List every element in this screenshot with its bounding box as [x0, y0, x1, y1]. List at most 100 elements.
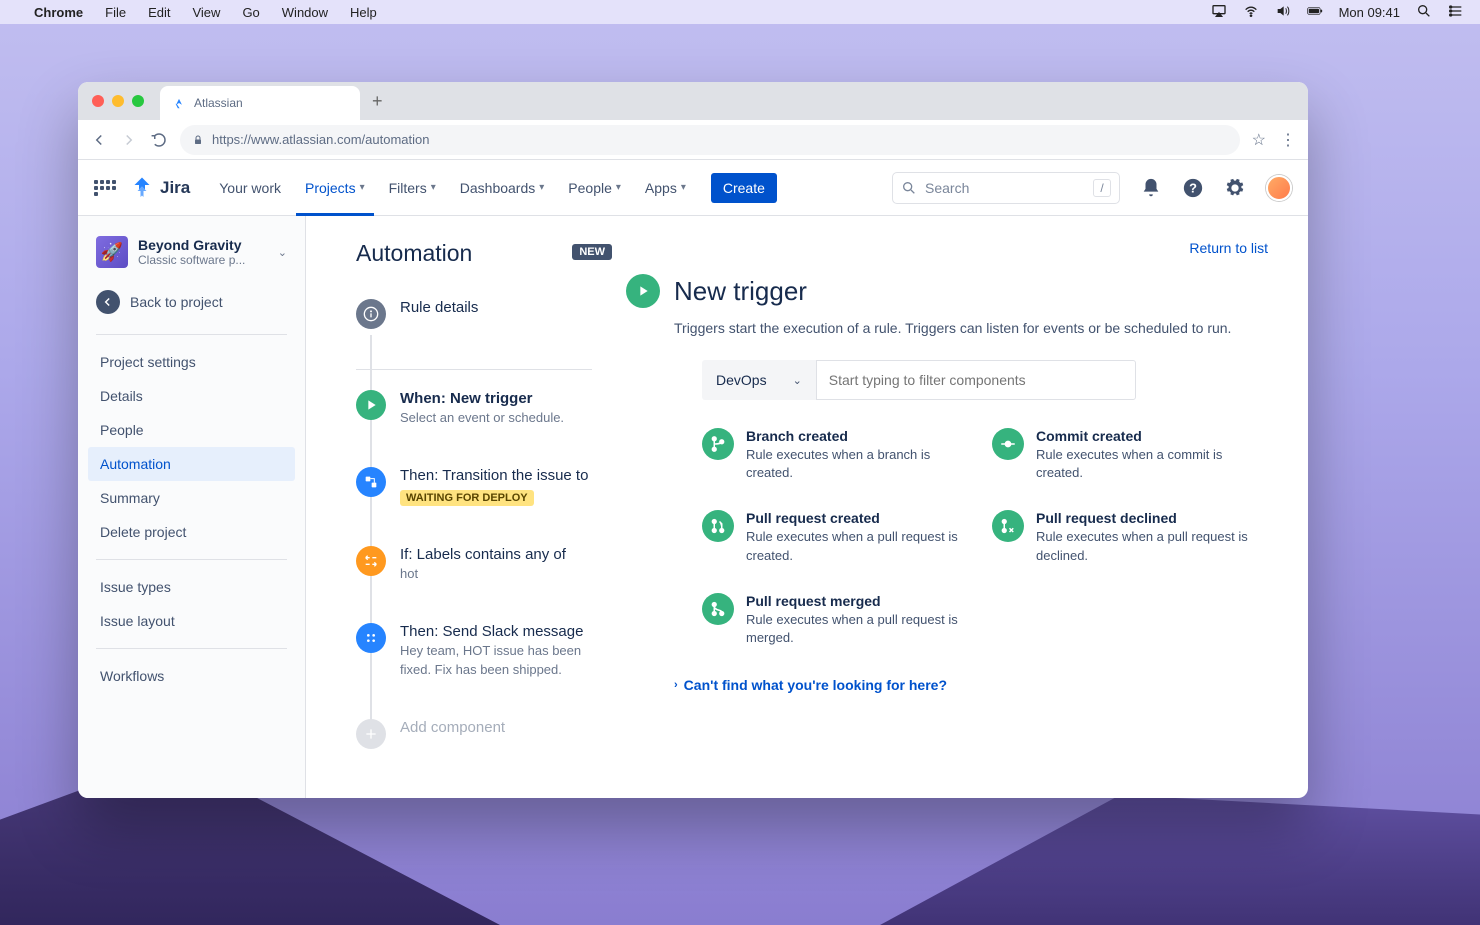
sidebar-item-automation[interactable]: Automation: [88, 447, 295, 481]
back-to-project[interactable]: Back to project: [88, 280, 295, 324]
sidebar-item-people[interactable]: People: [88, 413, 295, 447]
rule-add-component[interactable]: Add component: [356, 719, 592, 749]
sidebar-item-details[interactable]: Details: [88, 379, 295, 413]
play-icon: [356, 390, 386, 420]
cant-find-link[interactable]: ›Can't find what you're looking for here…: [674, 677, 1268, 693]
user-avatar[interactable]: [1266, 175, 1292, 201]
sidebar-item-delete-project[interactable]: Delete project: [88, 515, 295, 549]
project-name: Beyond Gravity: [138, 237, 245, 253]
battery-icon[interactable]: [1307, 3, 1323, 22]
filter-components-input[interactable]: [816, 360, 1136, 400]
app-name[interactable]: Chrome: [34, 5, 83, 20]
close-window-button[interactable]: [92, 95, 104, 107]
sidebar-item-project-settings[interactable]: Project settings: [88, 345, 295, 379]
help-icon[interactable]: ?: [1182, 177, 1204, 199]
create-button[interactable]: Create: [711, 173, 777, 203]
url-input[interactable]: https://www.atlassian.com/automation: [180, 125, 1240, 155]
search-placeholder: Search: [925, 180, 969, 196]
clock[interactable]: Mon 09:41: [1339, 5, 1400, 20]
notifications-icon[interactable]: [1140, 177, 1162, 199]
control-center-icon[interactable]: [1448, 3, 1464, 22]
atlassian-favicon: [172, 96, 186, 110]
back-button[interactable]: [90, 131, 108, 149]
spotlight-icon[interactable]: [1416, 3, 1432, 22]
nav-apps[interactable]: Apps▾: [636, 160, 695, 216]
menu-file[interactable]: File: [105, 5, 126, 20]
trigger-pr-merged[interactable]: Pull request mergedRule executes when a …: [702, 593, 972, 647]
menu-go[interactable]: Go: [242, 5, 259, 20]
lock-icon: [192, 134, 204, 146]
branch-icon: [702, 428, 734, 460]
sidebar-item-summary[interactable]: Summary: [88, 481, 295, 515]
pr-created-icon: [702, 510, 734, 542]
browser-menu-icon[interactable]: ⋮: [1280, 130, 1296, 150]
menu-edit[interactable]: Edit: [148, 5, 170, 20]
back-arrow-icon: [96, 290, 120, 314]
trigger-commit-created[interactable]: Commit createdRule executes when a commi…: [992, 428, 1262, 482]
new-tab-button[interactable]: +: [372, 91, 383, 112]
trigger-panel-description: Triggers start the execution of a rule. …: [674, 320, 1268, 336]
macos-menubar: Chrome File Edit View Go Window Help Mon…: [0, 0, 1480, 24]
status-badge: WAITING FOR DEPLOY: [400, 490, 534, 506]
menu-view[interactable]: View: [192, 5, 220, 20]
search-icon: [901, 180, 917, 196]
nav-filters[interactable]: Filters▾: [380, 160, 445, 216]
url-text: https://www.atlassian.com/automation: [212, 132, 430, 147]
project-icon: 🚀: [96, 236, 128, 268]
slack-icon: [356, 623, 386, 653]
trigger-pr-declined[interactable]: Pull request declinedRule executes when …: [992, 510, 1262, 564]
pr-declined-icon: [992, 510, 1024, 542]
sidebar-item-workflows[interactable]: Workflows: [88, 659, 295, 693]
search-input[interactable]: Search /: [892, 172, 1120, 204]
nav-projects[interactable]: Projects▾: [296, 160, 374, 216]
chevron-right-icon: ›: [674, 679, 678, 691]
rule-builder-column: Automation NEW Rule details When: New tr…: [306, 216, 616, 798]
reload-button[interactable]: [150, 131, 168, 149]
wifi-icon[interactable]: [1243, 3, 1259, 22]
trigger-branch-created[interactable]: Branch createdRule executes when a branc…: [702, 428, 972, 482]
forward-button[interactable]: [120, 131, 138, 149]
info-icon: [356, 299, 386, 329]
volume-icon[interactable]: [1275, 3, 1291, 22]
category-select[interactable]: DevOps⌄: [702, 360, 816, 400]
bookmark-icon[interactable]: ☆: [1252, 130, 1266, 150]
project-type: Classic software p...: [138, 253, 245, 267]
menu-help[interactable]: Help: [350, 5, 377, 20]
return-to-list-link[interactable]: Return to list: [1189, 240, 1268, 256]
trigger-panel-title: New trigger: [674, 276, 807, 307]
trigger-pr-created[interactable]: Pull request createdRule executes when a…: [702, 510, 972, 564]
condition-icon: [356, 546, 386, 576]
rule-then-slack-item[interactable]: Then: Send Slack messageHey team, HOT is…: [356, 623, 592, 678]
address-bar: https://www.atlassian.com/automation ☆ ⋮: [78, 120, 1308, 160]
desktop-background: [880, 795, 1480, 925]
sidebar-item-issue-layout[interactable]: Issue layout: [88, 604, 295, 638]
rule-details-item[interactable]: Rule details: [356, 299, 592, 329]
menu-window[interactable]: Window: [282, 5, 328, 20]
svg-text:?: ?: [1189, 180, 1197, 195]
rule-then-transition-item[interactable]: Then: Transition the issue toWAITING FOR…: [356, 467, 592, 506]
app-switcher-icon[interactable]: [94, 176, 118, 200]
nav-your-work[interactable]: Your work: [210, 160, 290, 216]
rule-when-item[interactable]: When: New triggerSelect an event or sche…: [356, 390, 592, 427]
chevron-down-icon: ⌄: [278, 246, 287, 259]
settings-icon[interactable]: [1224, 177, 1246, 199]
transition-icon: [356, 467, 386, 497]
nav-dashboards[interactable]: Dashboards▾: [451, 160, 554, 216]
project-switcher[interactable]: 🚀 Beyond Gravity Classic software p... ⌄: [88, 236, 295, 280]
browser-window: Atlassian + https://www.atlassian.com/au…: [78, 82, 1308, 798]
window-controls: [92, 95, 144, 107]
jira-logo[interactable]: Jira: [130, 176, 190, 200]
browser-tab[interactable]: Atlassian: [160, 86, 360, 120]
minimize-window-button[interactable]: [112, 95, 124, 107]
airplay-icon[interactable]: [1211, 3, 1227, 22]
maximize-window-button[interactable]: [132, 95, 144, 107]
tab-title: Atlassian: [194, 96, 243, 110]
search-shortcut: /: [1093, 179, 1111, 197]
play-icon: [626, 274, 660, 308]
sidebar-item-issue-types[interactable]: Issue types: [88, 570, 295, 604]
rule-if-item[interactable]: If: Labels contains any ofhot: [356, 546, 592, 583]
jira-top-nav: Jira Your work Projects▾ Filters▾ Dashbo…: [78, 160, 1308, 216]
nav-people[interactable]: People▾: [559, 160, 630, 216]
tab-bar: Atlassian +: [78, 82, 1308, 120]
pr-merged-icon: [702, 593, 734, 625]
